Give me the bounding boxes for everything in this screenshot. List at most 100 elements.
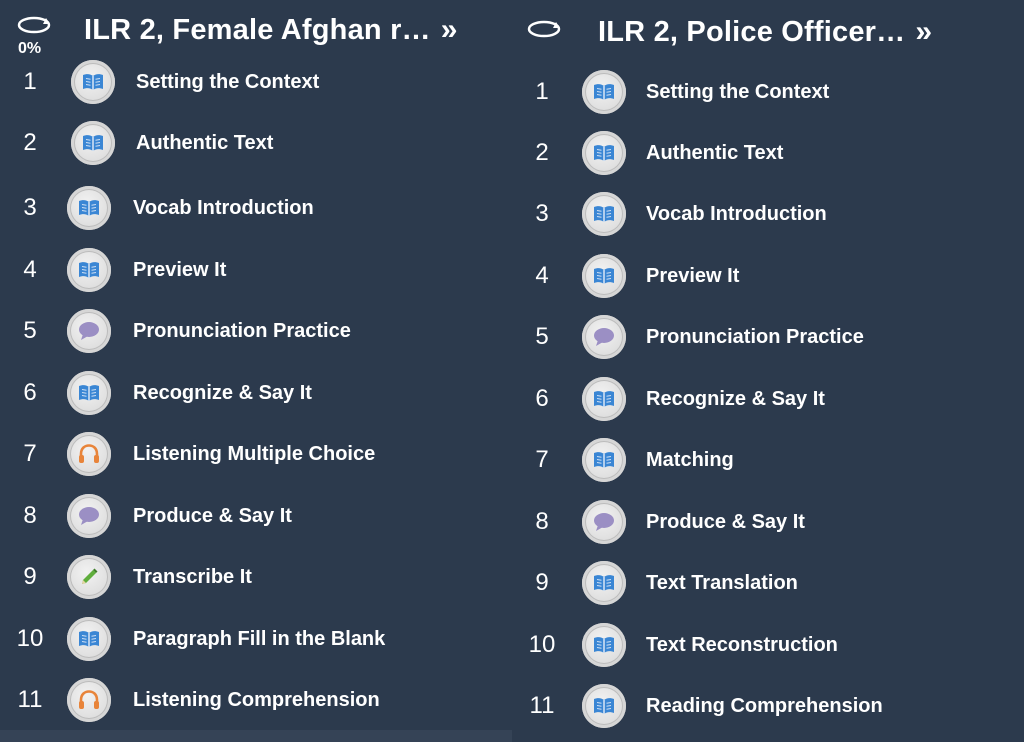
activity-number: 2: [535, 139, 549, 166]
lesson-title: ILR 2, Police Officer…: [598, 15, 906, 48]
left-lesson-panel: 0% ILR 2, Female Afghan r… » 1 Setting th…: [0, 0, 512, 742]
book-icon[interactable]: [582, 254, 626, 298]
activity-label[interactable]: Pronunciation Practice: [646, 313, 864, 361]
activity-label[interactable]: Produce & Say It: [133, 492, 292, 540]
activity-number: 8: [535, 508, 549, 535]
activity-item[interactable]: 9 Transcribe It: [0, 553, 470, 601]
activity-number: 3: [23, 194, 37, 221]
activity-number: 10: [528, 631, 556, 658]
activity-number: 7: [535, 446, 549, 473]
speech-bubble-icon[interactable]: [67, 494, 111, 538]
book-icon[interactable]: [582, 377, 626, 421]
book-icon[interactable]: [582, 684, 626, 728]
activity-item[interactable]: 7 Listening Multiple Choice: [0, 430, 470, 478]
book-icon[interactable]: [67, 248, 111, 292]
activity-label[interactable]: Reading Comprehension: [646, 682, 883, 730]
book-icon[interactable]: [582, 70, 626, 114]
speech-bubble-icon[interactable]: [67, 309, 111, 353]
activity-label[interactable]: Recognize & Say It: [133, 369, 312, 417]
activity-label[interactable]: Transcribe It: [133, 553, 252, 601]
activity-number: 6: [23, 379, 37, 406]
activity-item[interactable]: 8 Produce & Say It: [512, 498, 982, 546]
activity-label[interactable]: Authentic Text: [136, 119, 273, 167]
activity-item[interactable]: 1 Setting the Context: [0, 58, 470, 106]
activity-number: 2: [23, 129, 37, 156]
book-icon[interactable]: [67, 617, 111, 661]
progress-percent: 0%: [18, 40, 42, 57]
pencil-icon[interactable]: [67, 555, 111, 599]
activity-item[interactable]: 3 Vocab Introduction: [0, 184, 470, 232]
activity-label[interactable]: Vocab Introduction: [133, 184, 314, 232]
activity-item[interactable]: 9 Text Translation: [512, 559, 982, 607]
activity-label[interactable]: Matching: [646, 436, 734, 484]
activity-item[interactable]: 7 Matching: [512, 436, 982, 484]
activity-number: 9: [23, 563, 37, 590]
book-icon[interactable]: [582, 131, 626, 175]
activity-label[interactable]: Preview It: [133, 246, 226, 294]
activity-item[interactable]: 3 Vocab Introduction: [512, 190, 982, 238]
activity-label[interactable]: Listening Comprehension: [133, 676, 380, 724]
book-icon[interactable]: [67, 371, 111, 415]
activity-item[interactable]: 5 Pronunciation Practice: [0, 307, 470, 355]
double-chevron-right-icon[interactable]: »: [915, 17, 932, 47]
activity-item[interactable]: 10 Paragraph Fill in the Blank: [0, 615, 470, 663]
activity-label[interactable]: Recognize & Say It: [646, 375, 825, 423]
speech-bubble-icon[interactable]: [582, 500, 626, 544]
activity-label[interactable]: Preview It: [646, 252, 739, 300]
activity-number: 4: [23, 256, 37, 283]
activity-number: 11: [17, 686, 43, 713]
activity-item[interactable]: 4 Preview It: [512, 252, 982, 300]
activity-number: 3: [535, 200, 549, 227]
activity-number: 5: [535, 323, 549, 350]
activity-number: 11: [529, 692, 555, 719]
activity-label[interactable]: Authentic Text: [646, 129, 783, 177]
activity-item[interactable]: 4 Preview It: [0, 246, 470, 294]
activity-number: 5: [23, 317, 37, 344]
headphones-icon[interactable]: [67, 678, 111, 722]
book-icon[interactable]: [582, 192, 626, 236]
refresh-icon[interactable]: [16, 14, 52, 36]
activity-number: 10: [16, 625, 44, 652]
activity-item[interactable]: 1 Setting the Context: [512, 68, 982, 116]
activity-item[interactable]: 2 Authentic Text: [0, 119, 470, 167]
lesson-title: ILR 2, Female Afghan r…: [84, 13, 431, 46]
activity-label[interactable]: Text Translation: [646, 559, 798, 607]
activity-item[interactable]: 10 Text Reconstruction: [512, 621, 982, 669]
refresh-icon[interactable]: [526, 18, 562, 40]
activity-item[interactable]: 6 Recognize & Say It: [512, 375, 982, 423]
activity-label[interactable]: Setting the Context: [136, 58, 319, 106]
speech-bubble-icon[interactable]: [582, 315, 626, 359]
activity-item[interactable]: 8 Produce & Say It: [0, 492, 470, 540]
book-icon[interactable]: [582, 623, 626, 667]
activity-number: 6: [535, 385, 549, 412]
activity-number: 8: [23, 502, 37, 529]
activity-item[interactable]: 11 Listening Comprehension: [0, 676, 470, 724]
lesson-title-header[interactable]: ILR 2, Female Afghan r… »: [84, 10, 457, 50]
activity-label[interactable]: Paragraph Fill in the Blank: [133, 615, 385, 663]
activity-number: 1: [535, 78, 549, 105]
activity-label[interactable]: Listening Multiple Choice: [133, 430, 375, 478]
activity-item[interactable]: 2 Authentic Text: [512, 129, 982, 177]
book-icon[interactable]: [582, 438, 626, 482]
book-icon[interactable]: [71, 60, 115, 104]
book-icon[interactable]: [582, 561, 626, 605]
activity-number: 9: [535, 569, 549, 596]
activity-number: 7: [23, 440, 37, 467]
activity-number: 4: [535, 262, 549, 289]
right-lesson-panel: ILR 2, Police Officer… » 1 Setting the Co…: [512, 0, 1024, 742]
headphones-icon[interactable]: [67, 432, 111, 476]
activity-label[interactable]: Text Reconstruction: [646, 621, 838, 669]
book-icon[interactable]: [67, 186, 111, 230]
panel-footer-strip: [0, 730, 512, 742]
activity-item[interactable]: 5 Pronunciation Practice: [512, 313, 982, 361]
activity-label[interactable]: Setting the Context: [646, 68, 829, 116]
double-chevron-right-icon[interactable]: »: [441, 15, 458, 45]
lesson-title-header[interactable]: ILR 2, Police Officer… »: [598, 12, 932, 52]
activity-label[interactable]: Vocab Introduction: [646, 190, 827, 238]
activity-label[interactable]: Produce & Say It: [646, 498, 805, 546]
book-icon[interactable]: [71, 121, 115, 165]
activity-number: 1: [23, 68, 37, 95]
activity-item[interactable]: 11 Reading Comprehension: [512, 682, 982, 730]
activity-item[interactable]: 6 Recognize & Say It: [0, 369, 470, 417]
activity-label[interactable]: Pronunciation Practice: [133, 307, 351, 355]
